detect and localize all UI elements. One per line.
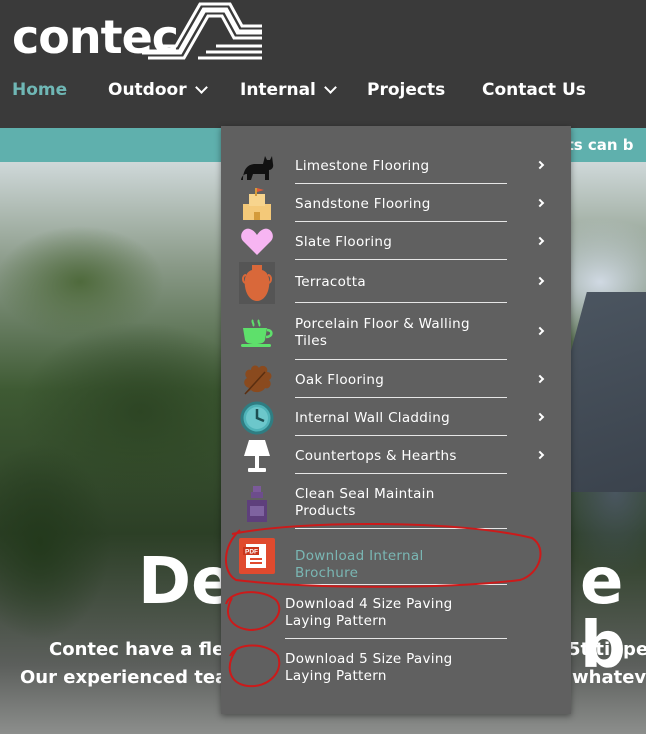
annotation-overlay (224, 522, 542, 688)
annotation-circle-brochure (224, 522, 542, 588)
annotation-circle-5-size (228, 644, 281, 688)
annotation-circles (224, 522, 542, 688)
annotation-circle-4-size (225, 591, 281, 632)
